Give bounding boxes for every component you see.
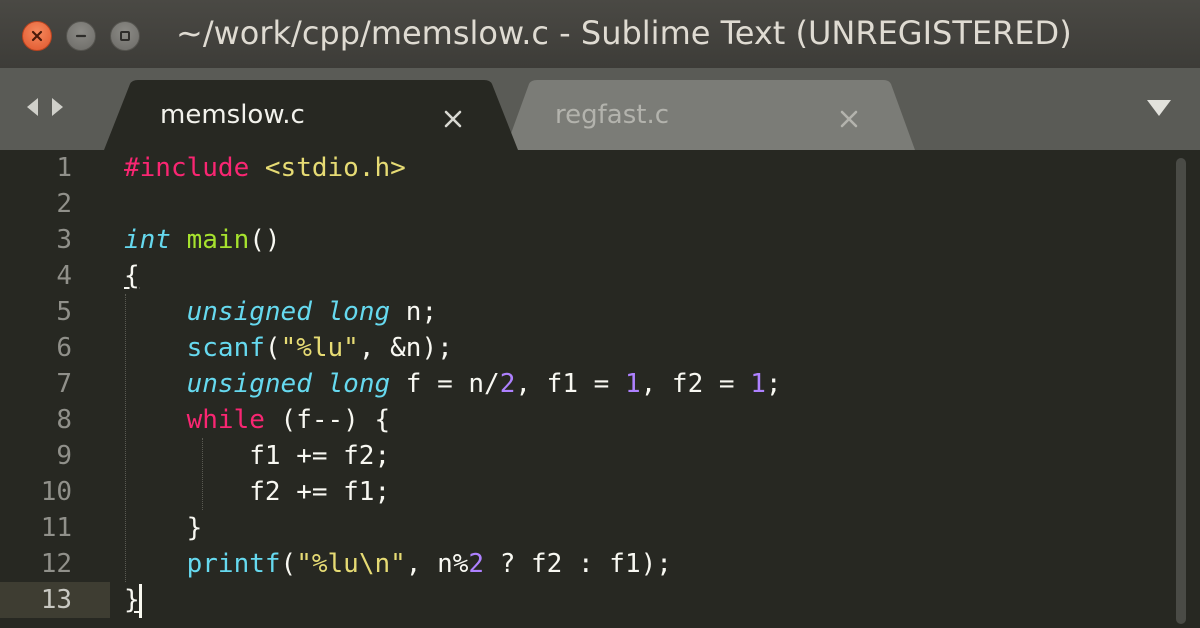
code-line-6: scanf("%lu", &n); [124, 330, 453, 366]
line-number: 12 [40, 549, 72, 579]
line-number: 5 [56, 297, 72, 327]
token-text: n; [390, 297, 438, 327]
arrow-left-icon[interactable] [24, 96, 40, 118]
line-number: 9 [56, 441, 72, 471]
token-keyword: while [186, 405, 265, 435]
code-line-13: } [124, 582, 140, 618]
token-punct: ( [280, 549, 297, 579]
code-line-8: while (f--) { [124, 402, 391, 438]
token-number: 2 [499, 369, 516, 399]
token-function-call: scanf [186, 333, 265, 363]
line-number: 4 [56, 261, 72, 291]
token-type: long [327, 297, 391, 327]
token-brace: } [124, 585, 140, 615]
line-number: 3 [56, 225, 72, 255]
arrow-right-icon[interactable] [50, 96, 66, 118]
line-number: 1 [56, 153, 72, 183]
tab-close-icon[interactable] [442, 108, 464, 130]
token-number: 1 [624, 369, 641, 399]
token-text: , f2 = [640, 369, 751, 399]
window-maximize-button[interactable] [110, 21, 140, 51]
line-number: 6 [56, 333, 72, 363]
token-text: f1 += f2; [249, 441, 391, 471]
tab-label: regfast.c [555, 100, 670, 130]
token-number: 2 [468, 549, 485, 579]
token-type: int [124, 225, 171, 255]
token-function-name: main [186, 225, 250, 255]
token-text: f2 += f1; [249, 477, 391, 507]
token-type: unsigned [186, 297, 312, 327]
token-punct: ( [264, 333, 281, 363]
token-preprocessor: #include [124, 153, 250, 183]
token-text: ; [765, 369, 782, 399]
code-line-1: #include <stdio.h> [124, 150, 406, 186]
token-type: long [327, 369, 391, 399]
vertical-scrollbar[interactable] [1176, 158, 1186, 624]
code-line-12: printf("%lu\n", n%2 ? f2 : f1); [124, 546, 672, 582]
token-text: , &n); [358, 333, 453, 363]
token-text: } [186, 513, 203, 543]
code-line-11: } [124, 510, 203, 546]
code-line-4: { [124, 258, 140, 294]
text-cursor [139, 584, 142, 618]
token-number: 1 [750, 369, 766, 399]
window-minimize-button[interactable] [66, 21, 96, 51]
token-text: (f--) { [264, 405, 391, 435]
token-text: f = n/ [390, 369, 500, 399]
token-text: , n% [405, 549, 469, 579]
token-text: , f1 = [515, 369, 625, 399]
tab-strip: regfast.c memslow.c [0, 68, 1200, 150]
code-line-3: int main() [124, 222, 281, 258]
tab-label: memslow.c [160, 100, 305, 130]
token-string: "%lu\n" [296, 549, 406, 579]
code-editor[interactable]: 1 2 3 4 5 6 7 8 9 10 11 12 13 #include <… [0, 150, 1200, 628]
token-text: ? f2 : f1); [484, 549, 672, 579]
token-string: "%lu" [280, 333, 359, 363]
maximize-icon [120, 31, 130, 41]
window-title: ~/work/cpp/memslow.c - Sublime Text (UNR… [176, 14, 1072, 52]
code-line-9: f1 += f2; [124, 438, 390, 474]
line-number: 10 [40, 477, 72, 507]
window-close-button[interactable] [22, 21, 52, 51]
token-punct: () [249, 225, 281, 255]
title-bar: ~/work/cpp/memslow.c - Sublime Text (UNR… [0, 0, 1200, 68]
minimize-icon [75, 34, 87, 38]
tab-close-icon[interactable] [838, 108, 860, 130]
code-line-5: unsigned long n; [124, 294, 437, 330]
line-number: 2 [56, 189, 72, 219]
chevron-down-icon[interactable] [1146, 98, 1172, 118]
token-function-call: printf [186, 549, 281, 579]
token-brace: { [124, 261, 140, 291]
code-line-10: f2 += f1; [124, 474, 390, 510]
line-number: 7 [56, 369, 72, 399]
line-number: 11 [40, 513, 72, 543]
tab-memslow[interactable]: memslow.c [104, 80, 524, 150]
tab-navigation [24, 96, 66, 118]
token-type: unsigned [186, 369, 312, 399]
tab-regfast[interactable]: regfast.c [505, 80, 925, 150]
line-number: 8 [56, 405, 72, 435]
token-header: <stdio.h> [264, 153, 406, 183]
line-number: 13 [40, 585, 72, 615]
close-icon [31, 30, 43, 42]
code-line-7: unsigned long f = n/2, f1 = 1, f2 = 1; [124, 366, 782, 402]
